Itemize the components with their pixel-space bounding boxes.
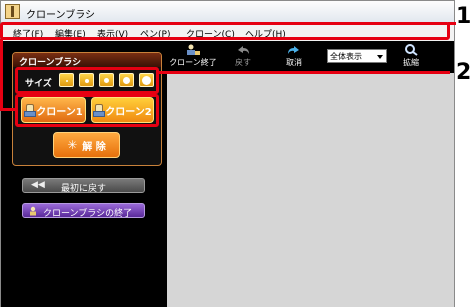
title-bar: クローンブラシ <box>1 1 454 23</box>
reset-button[interactable]: ◀◀ 最初に戻す <box>22 178 145 194</box>
exit-clone-brush-button[interactable]: クローンブラシの終了 <box>22 203 145 219</box>
release-button[interactable]: ✳ 解 除 <box>53 132 120 158</box>
callout-line-2 <box>158 71 450 74</box>
app-icon <box>5 4 20 19</box>
panel-title: クローンブラシ <box>13 53 161 68</box>
callout-box-2 <box>15 67 159 94</box>
cancel-label: 取消 <box>286 58 302 67</box>
clone-exit-tool[interactable]: クローン終了 <box>168 44 218 68</box>
callout-box-2b <box>15 94 159 127</box>
exit-label: クローンブラシの終了 <box>43 209 133 219</box>
callout-number-1: 1 <box>456 4 472 29</box>
sparkle-icon: ✳ <box>67 138 78 152</box>
undo-tool[interactable]: 戻す <box>228 44 258 68</box>
callout-line-1c <box>448 22 456 25</box>
clone-exit-label: クローン終了 <box>169 58 217 67</box>
user-stamp-icon <box>187 44 200 55</box>
zoom-tool[interactable]: 拡縮 <box>398 44 424 68</box>
magnifier-icon <box>405 44 418 56</box>
view-select-value: 全体表示 <box>330 52 362 61</box>
chevron-down-icon <box>377 55 383 59</box>
callout-number-2: 2 <box>456 60 472 85</box>
redo-arrow-icon <box>288 46 299 54</box>
callout-box-1 <box>0 22 450 40</box>
undo-label: 戻す <box>235 58 251 67</box>
cancel-tool[interactable]: 取消 <box>279 44 309 68</box>
undo-arrow-icon <box>238 46 249 54</box>
view-select[interactable]: 全体表示 <box>327 49 387 63</box>
callout-line-1b <box>0 108 16 111</box>
drawing-canvas[interactable] <box>167 73 454 307</box>
zoom-label: 拡縮 <box>403 58 419 67</box>
rewind-icon: ◀◀ <box>31 180 45 190</box>
user-icon <box>30 206 36 216</box>
callout-line-1a <box>0 39 3 111</box>
release-label: 解 除 <box>82 141 106 153</box>
window-title: クローンブラシ <box>26 10 95 21</box>
reset-label: 最初に戻す <box>61 184 107 194</box>
